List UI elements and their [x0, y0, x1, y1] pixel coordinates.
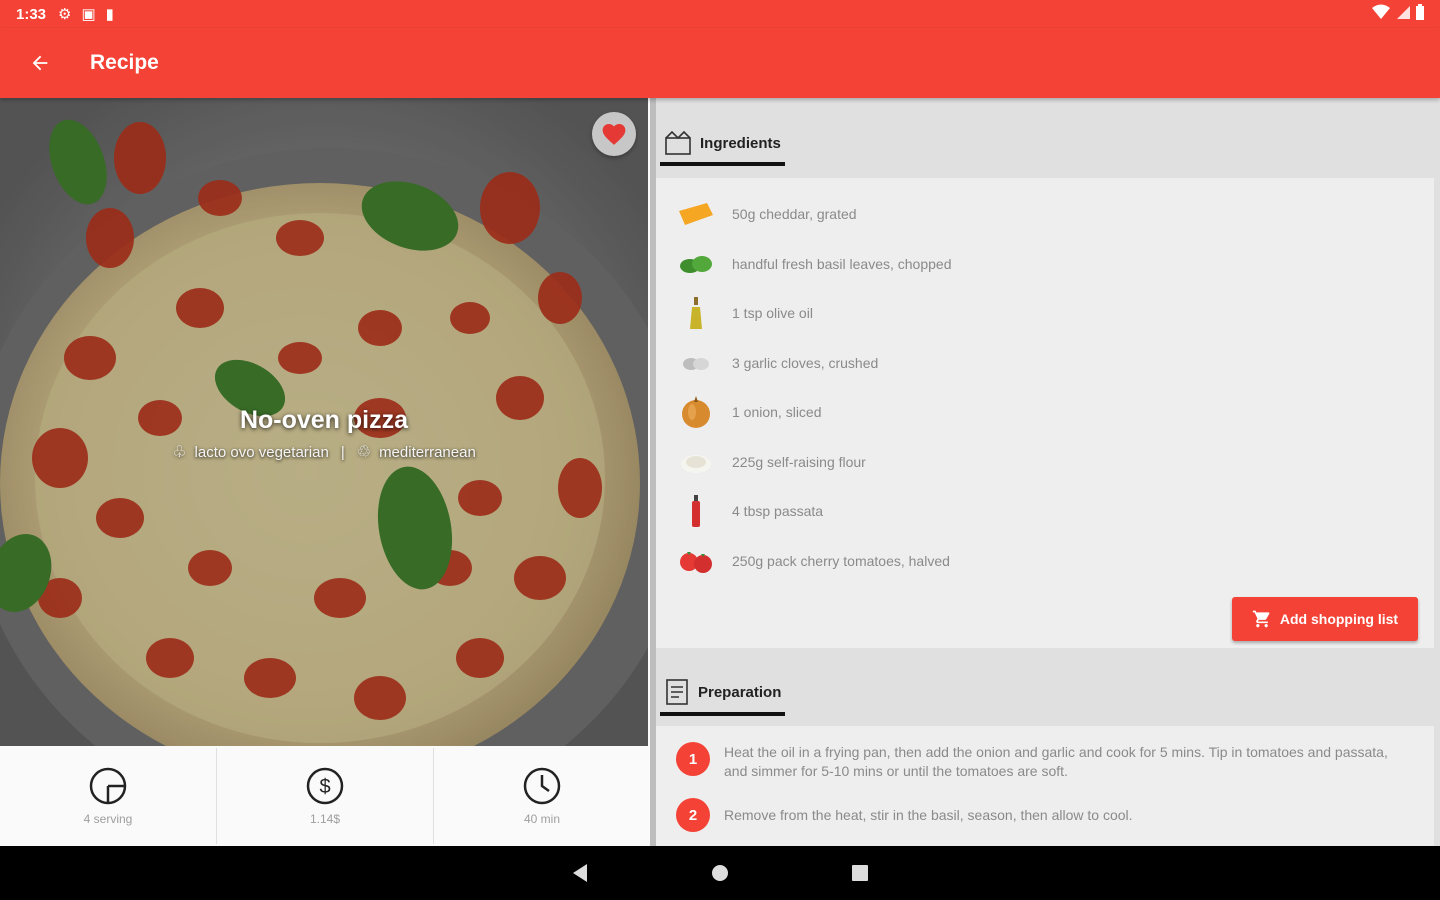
stat-cost-label: 1.14$	[309, 812, 341, 826]
wifi-icon	[1372, 4, 1390, 19]
basil-icon	[676, 244, 716, 284]
step-item: 2 Remove from the heat, stir in the basi…	[676, 798, 1404, 832]
clock-icon	[523, 767, 561, 805]
list-item: 250g pack cherry tomatoes, halved	[676, 541, 950, 581]
ingredient-text: 250g pack cherry tomatoes, halved	[732, 553, 950, 569]
stat-time: 40 min	[434, 748, 650, 844]
add-shopping-list-label: Add shopping list	[1279, 611, 1399, 627]
list-item: 1 onion, sliced	[676, 392, 822, 432]
back-triangle-icon	[573, 864, 587, 882]
cuisine-label: mediterranean	[379, 443, 476, 461]
battery-icon	[1416, 4, 1424, 20]
preparation-steps: 1 Heat the oil in a frying pan, then add…	[656, 726, 1434, 846]
ingredients-title: Ingredients	[700, 134, 781, 152]
sd-card-icon: ▮	[105, 6, 114, 23]
settings-icon: ⚙	[58, 6, 72, 23]
heart-icon	[602, 124, 626, 145]
stat-cost: $ 1.14$	[217, 748, 434, 844]
ingredient-text: 225g self-raising flour	[732, 454, 866, 470]
ingredient-text: 1 tsp olive oil	[732, 305, 813, 321]
status-time: 1:33	[16, 5, 47, 23]
list-item: 1 tsp olive oil	[676, 293, 813, 333]
step-text: Remove from the heat, stir in the basil,…	[724, 807, 1133, 823]
arrow-back-icon	[32, 55, 48, 71]
ingredient-text: 50g cheddar, grated	[732, 206, 857, 222]
recipe-details-panel: Ingredients 50g cheddar, grated handful …	[656, 98, 1440, 846]
preparation-header: Preparation	[656, 650, 1440, 726]
vegetarian-icon: ♧	[172, 444, 187, 461]
recipe-card-icon	[666, 679, 688, 705]
cheese-icon	[676, 194, 716, 234]
ingredients-list: 50g cheddar, grated handful fresh basil …	[656, 178, 1434, 648]
ingredient-text: 4 tbsp passata	[732, 503, 824, 519]
basket-icon	[665, 130, 691, 155]
add-shopping-list-button[interactable]: Add shopping list	[1232, 597, 1418, 641]
list-item: handful fresh basil leaves, chopped	[676, 244, 951, 284]
step-number: 1	[676, 742, 710, 776]
tag-separator: |	[340, 443, 345, 461]
list-item: 225g self-raising flour	[676, 442, 866, 482]
olive-oil-icon	[676, 293, 716, 333]
cart-icon	[1252, 610, 1270, 628]
recipe-hero-image: No-oven pizza ♧ lacto ovo vegetarian | ♲…	[0, 98, 648, 746]
list-item: 4 tbsp passata	[676, 491, 823, 531]
recipe-stats: 4 serving $ 1.14$ 40 min	[0, 748, 650, 844]
ingredient-text: 1 onion, sliced	[732, 404, 822, 420]
app-bar: Recipe	[0, 28, 1440, 98]
ingredient-text: 3 garlic cloves, crushed	[732, 355, 879, 371]
preparation-title: Preparation	[698, 683, 782, 701]
tab-ingredients[interactable]: Ingredients	[660, 130, 785, 166]
ingredients-header: Ingredients	[656, 98, 1440, 176]
garlic-icon	[676, 343, 716, 383]
dollar-icon: $	[306, 767, 344, 805]
recents-square-icon	[852, 865, 868, 881]
system-nav-bar	[0, 846, 1440, 900]
flour-icon	[676, 442, 716, 482]
recipe-title: No-oven pizza	[239, 406, 409, 434]
nav-home-button[interactable]	[706, 859, 734, 887]
signal-icon	[1397, 6, 1410, 19]
onion-icon	[676, 392, 716, 432]
favorite-button[interactable]	[592, 112, 636, 156]
list-item: 50g cheddar, grated	[676, 194, 857, 234]
tab-preparation[interactable]: Preparation	[660, 678, 786, 716]
stat-servings-label: 4 serving	[83, 812, 133, 826]
tomato-icon	[676, 541, 716, 581]
stat-time-label: 40 min	[523, 812, 561, 826]
ingredient-text: handful fresh basil leaves, chopped	[732, 256, 952, 272]
nav-back-button[interactable]	[566, 859, 594, 887]
passata-icon	[676, 491, 716, 531]
step-item: 1 Heat the oil in a frying pan, then add…	[676, 742, 1404, 781]
diet-label: lacto ovo vegetarian	[194, 443, 329, 461]
back-button[interactable]	[0, 28, 80, 98]
svg-text:$: $	[319, 776, 330, 798]
cuisine-icon: ♲	[356, 444, 372, 461]
pie-chart-icon	[89, 767, 127, 805]
status-bar: 1:33 ⚙ ▣ ▮	[0, 0, 1440, 28]
step-number: 2	[676, 798, 710, 832]
list-item: 3 garlic cloves, crushed	[676, 343, 878, 383]
nav-recents-button[interactable]	[846, 859, 874, 887]
notification-icon: ▣	[81, 6, 96, 23]
recipe-overview-panel: No-oven pizza ♧ lacto ovo vegetarian | ♲…	[0, 98, 650, 846]
recipe-tags: ♧ lacto ovo vegetarian | ♲ mediterranean	[0, 442, 648, 462]
stat-servings: 4 serving	[0, 748, 217, 844]
page-title: Recipe	[90, 51, 159, 74]
home-circle-icon	[712, 865, 728, 881]
step-text: Heat the oil in a frying pan, then add t…	[724, 744, 1388, 779]
